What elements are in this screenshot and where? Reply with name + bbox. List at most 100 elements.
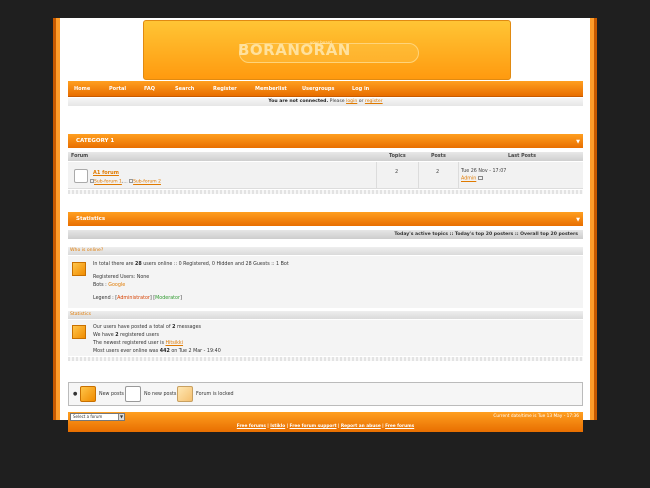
col-last-posts: Last Posts	[508, 154, 536, 159]
section-divider	[68, 357, 583, 361]
nav-register[interactable]: Register	[213, 86, 237, 92]
have-pre: We have	[93, 333, 114, 338]
statistics-icon	[72, 325, 86, 339]
login-notice: You are not connected. Please login or r…	[68, 98, 583, 106]
legend-moderator[interactable]: Moderator	[155, 296, 180, 301]
legend-admin[interactable]: Administrator	[117, 296, 150, 301]
posted-pre: Our users have posted a total of	[93, 325, 171, 330]
no-new-posts-label: No new posts	[144, 392, 177, 397]
column-divider	[376, 162, 377, 189]
last-post-user[interactable]: Admin	[461, 177, 476, 182]
registered-users: Registered Users: None	[93, 275, 150, 280]
most-pre: Most users ever online was	[93, 349, 159, 354]
subforum-link-1[interactable]: Sub-forum 1	[94, 180, 122, 185]
posts-total-line: Our users have posted a total of 2 messa…	[93, 325, 201, 330]
nav-home[interactable]: Home	[74, 86, 90, 92]
new-posts-icon	[80, 386, 96, 402]
nav-faq[interactable]: FAQ	[144, 86, 155, 92]
posted-count: 2	[172, 325, 176, 330]
have-count: 2	[115, 333, 119, 338]
collapse-icon[interactable]: ▼	[576, 213, 580, 227]
footer-links: Free forums | Istiklo | Free forum suppo…	[68, 424, 583, 429]
most-count: 442	[159, 349, 170, 354]
most-online-line: Most users ever online was 442 on Tue 2 …	[93, 349, 221, 354]
online-post: users online :: 0 Registered, 0 Hidden a…	[143, 262, 289, 267]
bullet-icon: ●	[73, 391, 78, 397]
forum-row: A1 forum Sub-forum 1,... Sub-forum 2 2 2…	[68, 162, 583, 189]
login-link[interactable]: login	[346, 99, 357, 104]
frame-left	[53, 18, 65, 420]
footer-link-support[interactable]: Free forum support	[290, 424, 337, 429]
who-online-panel: In total there are 28 users online :: 0 …	[68, 256, 583, 308]
legend-line: Legend : [Administrator] [Moderator]	[93, 296, 182, 301]
forum-page: BORANORAN your board Home Portal FAQ Sea…	[65, 18, 585, 432]
chevron-down-icon[interactable]: ▼	[118, 414, 124, 420]
jump-to-forum-select[interactable]: Select a forum ▼	[70, 413, 125, 421]
newest-user-link[interactable]: Hitsikki	[165, 341, 183, 346]
online-summary: In total there are 28 users online :: 0 …	[93, 262, 289, 267]
who-online-icon	[72, 262, 86, 276]
nav-login[interactable]: Log in	[352, 86, 369, 92]
banner-subtitle: your board	[310, 40, 332, 45]
main-nav: Home Portal FAQ Search Register Memberli…	[68, 81, 583, 97]
nav-portal[interactable]: Portal	[109, 86, 126, 92]
nav-search[interactable]: Search	[175, 86, 194, 92]
most-post: on Tue 2 Mar - 19:40	[171, 349, 221, 354]
footer-separator: |	[337, 424, 340, 429]
icon-legend: ● New posts No new posts Forum is locked	[68, 382, 583, 406]
bots-line: Bots : Google	[93, 283, 125, 288]
bot-link[interactable]: Google	[108, 283, 125, 288]
no-new-posts-icon	[125, 386, 141, 402]
col-forum: Forum	[71, 154, 89, 159]
last-post: Tue 26 Nov - 17:07 Admin	[461, 169, 506, 182]
locked-forum-icon	[177, 386, 193, 402]
banner-logo-text: BORANORAN	[238, 41, 351, 59]
footer-separator: |	[267, 424, 269, 429]
category-header: CATEGORY 1 ▼	[68, 134, 583, 148]
or-text: or	[358, 99, 364, 104]
subforum-link-2[interactable]: Sub-forum 2	[133, 180, 161, 185]
jump-select-value: Select a forum	[73, 414, 103, 419]
new-posts-label: New posts	[99, 392, 124, 397]
statistics-panel: Our users have posted a total of 2 messa…	[68, 320, 583, 356]
posts-count: 2	[436, 169, 440, 175]
header-banner[interactable]: BORANORAN your board	[143, 20, 511, 80]
footer-link-free-forums-2[interactable]: Free forums	[385, 424, 414, 429]
who-online-label[interactable]: Who is online?	[68, 247, 583, 255]
footer-link-free-forums[interactable]: Free forums	[237, 424, 266, 429]
top-posters-links[interactable]: Today's active topics :: Today's top 20 …	[68, 230, 583, 239]
forum-link[interactable]: A1 forum	[93, 170, 119, 176]
forum-status-icon	[74, 169, 88, 183]
nav-memberlist[interactable]: Memberlist	[255, 86, 287, 92]
footer-link-report-abuse[interactable]: Report an abuse	[341, 424, 381, 429]
view-latest-post-icon[interactable]	[478, 176, 484, 180]
please-text: Please	[329, 99, 345, 104]
register-link[interactable]: register	[365, 99, 383, 104]
current-datetime: Current date/time is Tue 13 May - 17:36	[493, 414, 579, 419]
legend-label: Legend :	[93, 296, 114, 301]
footer-separator: |	[286, 424, 289, 429]
nav-usergroups[interactable]: Usergroups	[302, 86, 335, 92]
column-divider	[458, 162, 459, 189]
online-pre: In total there are	[93, 262, 134, 267]
col-topics: Topics	[389, 154, 406, 159]
column-divider	[418, 162, 419, 189]
section-divider	[68, 190, 583, 194]
footer-separator: |	[382, 424, 384, 429]
have-post: registered users	[120, 333, 160, 338]
subforum-list: Sub-forum 1,... Sub-forum 2	[90, 179, 161, 185]
footer: Select a forum ▼ Current date/time is Tu…	[68, 412, 583, 432]
not-connected-text: You are not connected.	[268, 99, 329, 104]
statistics-title: Statistics	[76, 216, 106, 222]
category-title[interactable]: CATEGORY 1	[76, 138, 114, 144]
footer-link-istiklo[interactable]: Istiklo	[270, 424, 285, 429]
col-posts: Posts	[431, 154, 446, 159]
users-total-line: We have 2 registered users	[93, 333, 159, 338]
online-count: 28	[134, 262, 142, 267]
posted-post: messages	[176, 325, 202, 330]
bots-label: Bots :	[93, 283, 107, 288]
statistics-header: Statistics ▼	[68, 212, 583, 226]
newest-pre: The newest registered user is	[93, 341, 164, 346]
collapse-icon[interactable]: ▼	[576, 135, 580, 149]
newest-user-line: The newest registered user is Hitsikki	[93, 341, 183, 346]
